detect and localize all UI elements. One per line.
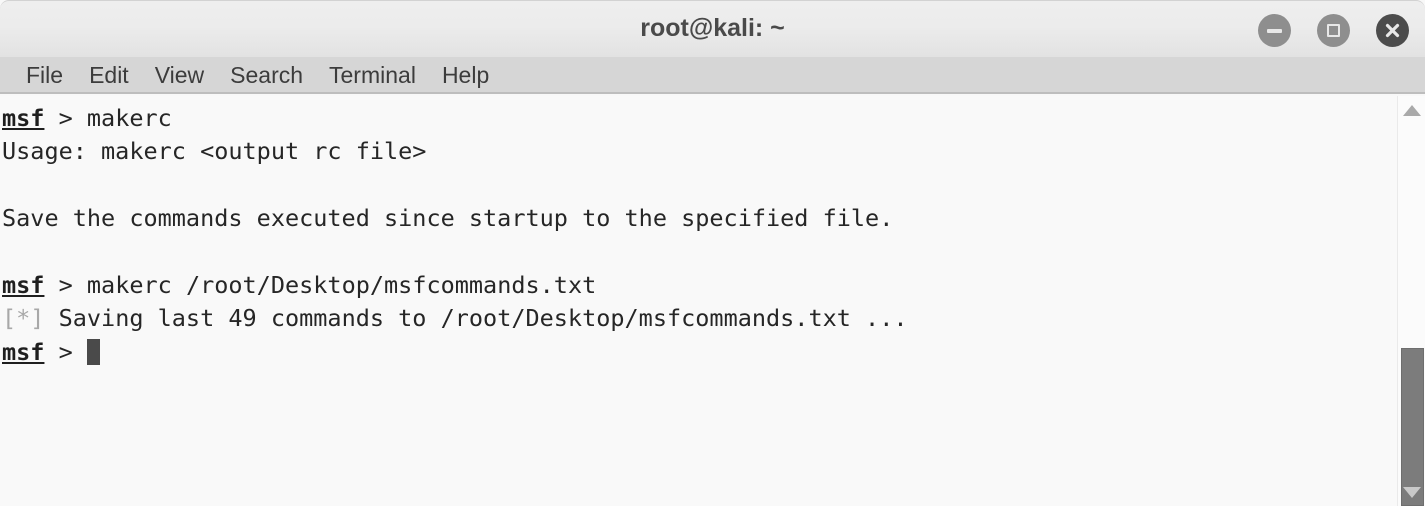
terminal-cursor (86, 338, 100, 365)
window-titlebar[interactable]: root@kali: ~ (0, 0, 1425, 57)
terminal-line-text: Usage: makerc <output rc file> (2, 137, 427, 166)
scroll-up-arrow-icon[interactable] (1398, 98, 1425, 122)
terminal-line: Save the commands executed since startup… (2, 202, 908, 235)
menu-item-terminal[interactable]: Terminal (316, 58, 429, 92)
minimize-icon (1258, 14, 1291, 47)
maximize-button[interactable] (1317, 14, 1350, 47)
terminal-line: [*] Saving last 49 commands to /root/Des… (2, 302, 908, 335)
scrollbar-track[interactable] (1399, 124, 1425, 506)
menu-item-search[interactable]: Search (217, 58, 316, 92)
terminal-prompt-separator: > (44, 337, 87, 366)
menu-item-edit[interactable]: Edit (76, 58, 142, 92)
terminal-status-marker: [*] (2, 304, 45, 333)
terminal-line-text: Saving last 49 commands to /root/Desktop… (44, 304, 908, 333)
terminal-scrollbar[interactable] (1397, 96, 1425, 506)
terminal-text: msf > makerc Usage: makerc <output rc fil… (2, 102, 908, 369)
terminal-line: msf > makerc (2, 102, 908, 135)
terminal-line-text: makerc /root/Desktop/msfcommands.txt (86, 270, 597, 299)
terminal-prompt: msf (2, 270, 45, 299)
menu-item-file[interactable]: File (13, 58, 76, 92)
menu-item-help[interactable]: Help (429, 58, 502, 92)
terminal-line: msf > (2, 336, 908, 369)
terminal-line-text: Save the commands executed since startup… (2, 204, 894, 233)
terminal-output-area[interactable]: msf > makerc Usage: makerc <output rc fil… (0, 96, 1397, 506)
terminal-line-text: makerc (86, 104, 172, 132)
terminal-line: msf > makerc /root/Desktop/msfcommands.t… (2, 269, 908, 302)
close-button[interactable] (1376, 14, 1409, 47)
terminal-prompt-separator: > (44, 270, 87, 299)
scroll-down-arrow-icon[interactable] (1398, 480, 1425, 504)
close-icon (1376, 14, 1409, 47)
menu-item-view[interactable]: View (142, 58, 217, 92)
minimize-button[interactable] (1258, 14, 1291, 47)
window-title: root@kali: ~ (640, 14, 785, 42)
menubar: File Edit View Search Terminal Help (0, 57, 1425, 94)
terminal-line: Usage: makerc <output rc file> (2, 135, 908, 168)
terminal-prompt: msf (2, 104, 45, 132)
terminal-prompt-separator: > (44, 104, 87, 132)
terminal-window: root@kali: ~ File Edit View Search Termi… (0, 0, 1425, 506)
maximize-icon (1317, 14, 1350, 47)
terminal-prompt: msf (2, 337, 45, 366)
